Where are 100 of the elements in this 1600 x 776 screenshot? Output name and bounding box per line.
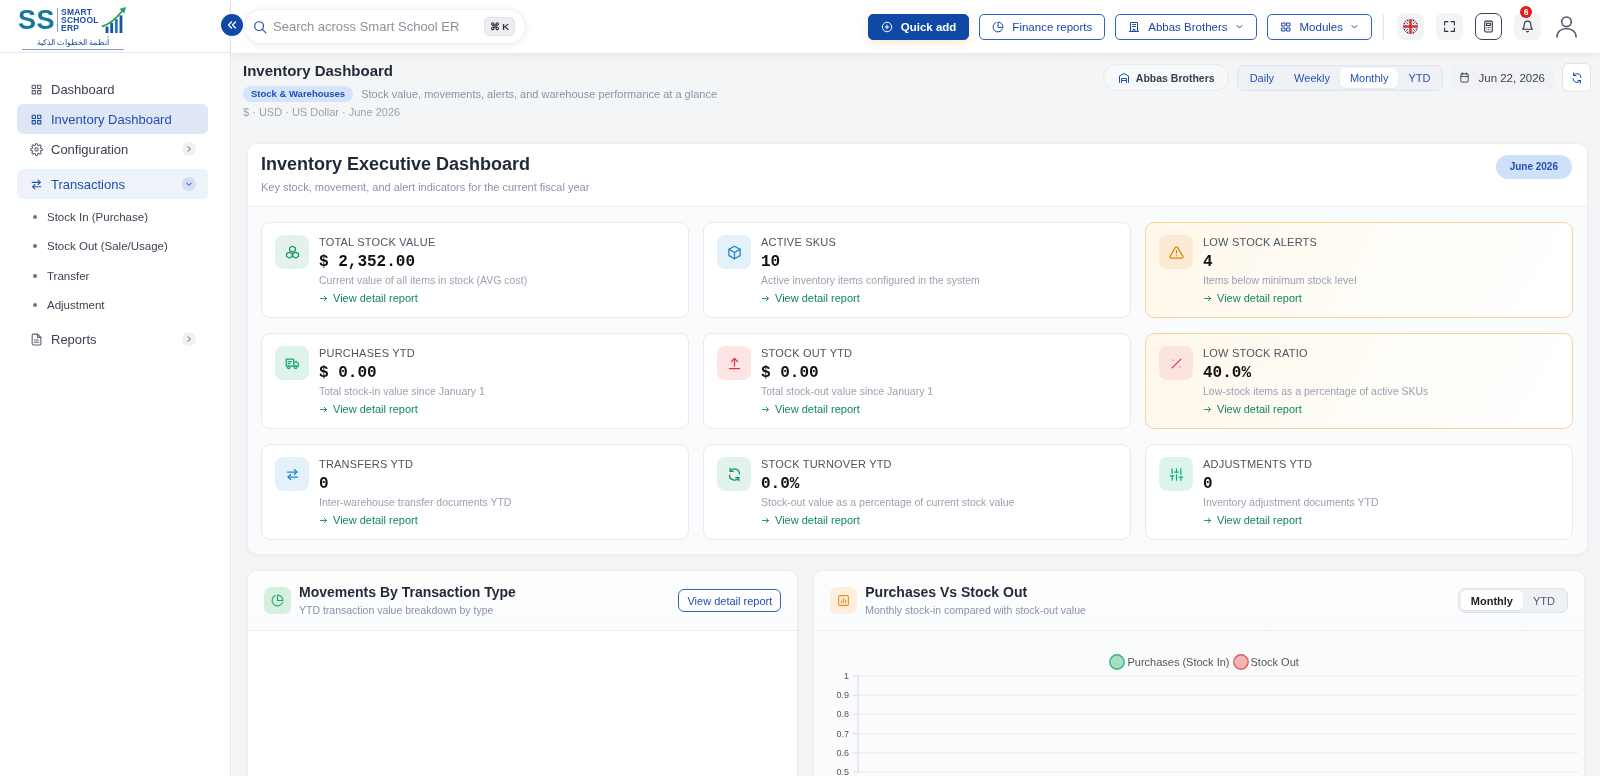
arrow-right-icon [319, 294, 328, 303]
nav-subitem[interactable]: Transfer [17, 261, 208, 291]
grid-icon [30, 82, 43, 96]
currency-period-text: $ · USD · US Dollar · June 2026 [243, 105, 402, 119]
fullscreen-icon [1443, 20, 1456, 33]
detail-report-link[interactable]: View detail report [1203, 291, 1302, 306]
arrow-right-icon [761, 294, 770, 303]
arrow-right-icon [319, 516, 328, 525]
cube-icon [717, 235, 751, 269]
kpi-label: TRANSFERS YTD [319, 457, 414, 471]
chart-period-tab[interactable]: Monthly [1460, 591, 1523, 610]
y-axis-tick-label: 0.9 [836, 690, 850, 701]
kpi-value: 40.0% [1203, 363, 1251, 384]
detail-report-link[interactable]: View detail report [761, 291, 860, 306]
chevron-down-icon [182, 177, 196, 191]
kpi-description: Inventory adjustment documents YTD [1203, 495, 1379, 509]
refresh-icon [1570, 71, 1583, 84]
kpi-value: 10 [761, 252, 781, 273]
profile-button[interactable] [1555, 15, 1578, 38]
chevron-right-icon [182, 142, 196, 156]
kpi-label: ACTIVE SKUS [761, 235, 836, 249]
period-tab[interactable]: Monthly [1339, 67, 1399, 88]
kpi-value: 4 [1203, 252, 1213, 273]
arrow-right-icon [1203, 516, 1212, 525]
modules-button[interactable]: Modules [1266, 13, 1372, 40]
kpi-description: Current value of all items in stock (AVG cost) [319, 273, 528, 287]
section-title: Inventory Executive Dashboard [261, 153, 532, 175]
kpi-value: $ 0.00 [761, 363, 819, 384]
view-detail-report-button[interactable]: View detail report [678, 589, 782, 612]
calendar-icon [1459, 72, 1471, 83]
nav-subitem[interactable]: Stock Out (Sale/Usage) [17, 231, 208, 261]
logo-wordmark: SMART [61, 7, 94, 16]
section-subtitle: Key stock, movement, and alert indicators for the current fiscal year [261, 180, 590, 194]
search-field[interactable]: Search across Smart School ER [273, 19, 478, 34]
bullet-icon [33, 214, 37, 219]
bullet-icon [33, 244, 37, 249]
arrow-right-icon [1203, 294, 1212, 303]
y-axis-tick-label: 0.7 [836, 728, 850, 739]
language-button[interactable] [1397, 13, 1424, 40]
keyboard-shortcut-hint: ⌘ K [483, 17, 515, 36]
detail-report-link[interactable]: View detail report [319, 513, 418, 528]
double-chevron-left-icon [226, 19, 238, 31]
detail-report-link[interactable]: View detail report [319, 402, 418, 417]
kpi-label: PURCHASES YTD [319, 346, 415, 360]
arrow-right-icon [761, 405, 770, 414]
y-axis-tick-label: 1 [844, 671, 850, 681]
nav-subitem[interactable]: Adjustment [17, 290, 208, 320]
refresh-button[interactable] [1562, 63, 1591, 92]
calculator-button[interactable] [1475, 13, 1502, 40]
page-subtitle: Stock value, movements, alerts, and warehouse performance at a glance [361, 88, 717, 100]
flag-icon [1403, 19, 1418, 34]
kpi-label: LOW STOCK RATIO [1203, 346, 1308, 360]
detail-report-link[interactable]: View detail report [1203, 513, 1302, 528]
percent-icon [1159, 346, 1193, 380]
kpi-description: Total stock-out value since January 1 [761, 384, 934, 398]
plus-circle-icon [880, 20, 893, 33]
swap-arrows-icon [30, 177, 43, 191]
truck-icon [275, 346, 309, 380]
nav-item[interactable]: Configuration [17, 134, 208, 164]
nav-subitem[interactable]: Stock In (Purchase) [17, 202, 208, 232]
pie-chart-icon [264, 587, 291, 614]
fullscreen-button[interactable] [1436, 13, 1463, 40]
kpi-description: Total stock-in value since January 1 [319, 384, 485, 398]
logo-wordmark: SCHOOL [61, 15, 99, 24]
legend-label: Stock Out [1250, 656, 1299, 668]
pie-chart-icon [992, 20, 1005, 33]
refresh-icon [717, 457, 751, 491]
nav-item[interactable]: Inventory Dashboard [17, 104, 208, 134]
kpi-value: 0 [1203, 474, 1213, 495]
notifications-button[interactable] [1514, 13, 1541, 40]
period-tab[interactable]: Weekly [1284, 67, 1340, 88]
period-tab[interactable]: YTD [1398, 67, 1441, 88]
chart-period-tab[interactable]: YTD [1523, 591, 1565, 610]
detail-report-link[interactable]: View detail report [761, 513, 860, 528]
search-icon [253, 19, 267, 34]
arrow-right-icon [319, 405, 328, 414]
company-dropdown[interactable]: Abbas Brothers [1115, 13, 1257, 40]
nav-item[interactable]: Dashboard [17, 74, 208, 104]
kpi-value: 0.0% [761, 474, 800, 495]
kpi-label: ADJUSTMENTS YTD [1203, 457, 1313, 471]
detail-report-link[interactable]: View detail report [1203, 402, 1302, 417]
kpi-value: $ 2,352.00 [319, 252, 415, 273]
chevron-down-icon [1234, 22, 1244, 31]
period-tab[interactable]: Daily [1239, 67, 1285, 88]
warehouse-icon [1117, 71, 1130, 84]
kpi-label: STOCK OUT YTD [761, 346, 853, 360]
building-icon [1128, 20, 1141, 33]
search-bar[interactable]: Search across Smart School ER ⌘ K [244, 9, 526, 44]
nav-item[interactable]: Reports [17, 324, 208, 354]
nav-item[interactable]: Transactions [17, 169, 208, 199]
growth-chart-icon [100, 5, 127, 34]
page-title: Inventory Dashboard [243, 62, 395, 80]
kpi-description: Low-stock items as a percentage of active SKUs [1203, 384, 1429, 398]
company-chip: Abbas Brothers [1102, 64, 1229, 91]
warning-icon [1159, 235, 1193, 269]
y-axis-tick-label: 0.8 [836, 709, 850, 720]
quick-add-button[interactable]: Quick add [867, 13, 970, 40]
detail-report-link[interactable]: View detail report [319, 291, 418, 306]
detail-report-link[interactable]: View detail report [761, 402, 860, 417]
finance-reports-button[interactable]: Finance reports [979, 13, 1106, 40]
